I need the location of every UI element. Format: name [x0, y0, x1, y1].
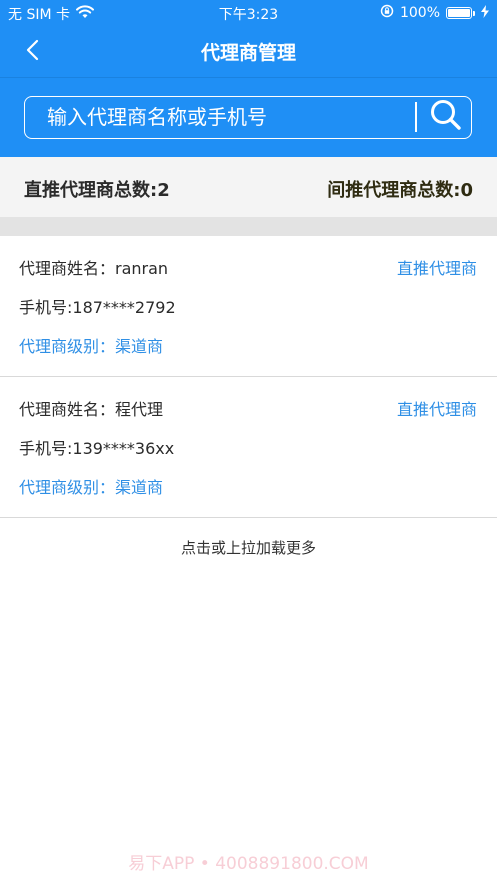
agent-management-screen: 无 SIM 卡 下午3:23 100% 代理商管理 输入代理商名称或手机号 直推…	[0, 0, 497, 883]
nav-bar: 代理商管理	[0, 26, 497, 77]
agent-name: 代理商姓名：ranran	[19, 259, 169, 278]
agent-level: 代理商级别：渠道商	[19, 478, 164, 497]
list-item[interactable]: 代理商姓名：ranran 直推代理商 手机号:187****2792 代理商级别…	[0, 236, 497, 377]
agent-list: 代理商姓名：ranran 直推代理商 手机号:187****2792 代理商级别…	[0, 236, 497, 518]
status-bar: 无 SIM 卡 下午3:23 100%	[0, 0, 497, 26]
search-input[interactable]	[47, 97, 407, 137]
page-title: 代理商管理	[200, 42, 296, 64]
section-divider	[0, 217, 497, 236]
battery-tip	[473, 10, 475, 16]
battery-fill	[448, 9, 470, 17]
search-icon	[429, 98, 463, 136]
orientation-lock-icon	[380, 4, 394, 22]
indirect-agent-total: 间推代理商总数:0	[327, 180, 473, 201]
agent-name: 代理商姓名：程代理	[19, 400, 164, 419]
agent-phone: 手机号:139****36xx	[19, 439, 175, 458]
direct-agent-total: 直推代理商总数:2	[24, 180, 170, 201]
status-right: 100%	[380, 4, 489, 22]
agent-phone: 手机号:187****2792	[19, 298, 176, 317]
load-more-button[interactable]: 点击或上拉加载更多	[0, 537, 497, 558]
agent-type-link[interactable]: 直推代理商	[397, 255, 477, 279]
search-divider	[415, 102, 417, 132]
charging-bolt-icon	[481, 4, 489, 22]
list-item[interactable]: 代理商姓名：程代理 直推代理商 手机号:139****36xx 代理商级别：渠道…	[0, 377, 497, 518]
battery-frame	[446, 7, 472, 19]
watermark: 易下APP • 4008891800.COM	[128, 854, 369, 874]
search-box	[24, 96, 472, 139]
search-area	[0, 77, 497, 157]
search-button[interactable]	[425, 99, 467, 135]
battery-icon	[446, 7, 475, 19]
header: 无 SIM 卡 下午3:23 100% 代理商管理	[0, 0, 497, 77]
summary-bar: 直推代理商总数:2 间推代理商总数:0	[0, 157, 497, 217]
agent-level: 代理商级别：渠道商	[19, 337, 164, 356]
battery-percent: 100%	[399, 5, 440, 21]
agent-type-link[interactable]: 直推代理商	[397, 396, 477, 420]
